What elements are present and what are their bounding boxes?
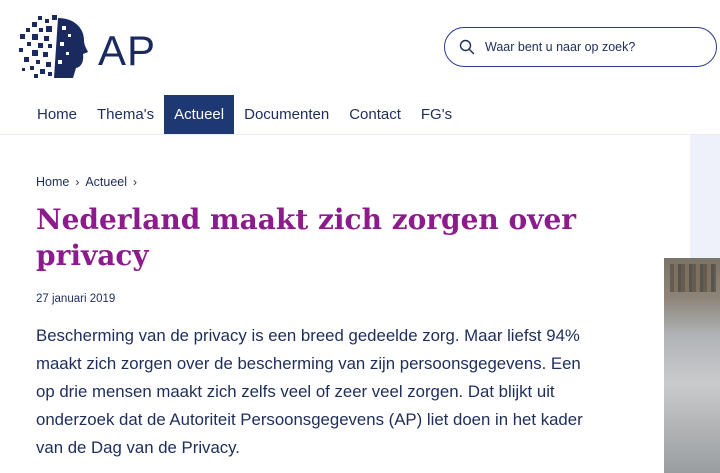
ap-logo-icon xyxy=(19,15,88,78)
search-bar[interactable] xyxy=(444,27,717,67)
nav-item-home[interactable]: Home xyxy=(27,95,87,134)
main-nav: Home Thema's Actueel Documenten Contact … xyxy=(27,95,462,134)
nav-item-documenten[interactable]: Documenten xyxy=(234,95,339,134)
chevron-right-icon: › xyxy=(133,175,138,189)
breadcrumb-home[interactable]: Home xyxy=(36,175,69,189)
page-title: Nederland maakt zich zorgen over privacy xyxy=(36,203,577,272)
publish-date: 27 januari 2019 xyxy=(36,293,116,305)
nav-item-actueel[interactable]: Actueel xyxy=(164,95,235,134)
site-logo[interactable]: AP xyxy=(18,12,158,80)
logo-text: AP xyxy=(98,27,157,74)
chevron-right-icon: › xyxy=(75,175,80,189)
nav-item-contact[interactable]: Contact xyxy=(339,95,411,134)
nav-item-fgs[interactable]: FG's xyxy=(411,95,462,134)
search-icon[interactable] xyxy=(459,39,475,55)
site-header: AP xyxy=(0,0,720,95)
search-input[interactable] xyxy=(485,40,685,54)
nav-item-themas[interactable]: Thema's xyxy=(87,95,164,134)
breadcrumb-actueel[interactable]: Actueel xyxy=(85,175,127,189)
breadcrumb: Home › Actueel › xyxy=(36,175,137,189)
header-divider xyxy=(0,134,720,135)
article-lead: Bescherming van de privacy is een breed … xyxy=(36,326,583,457)
article-photo xyxy=(664,258,720,473)
